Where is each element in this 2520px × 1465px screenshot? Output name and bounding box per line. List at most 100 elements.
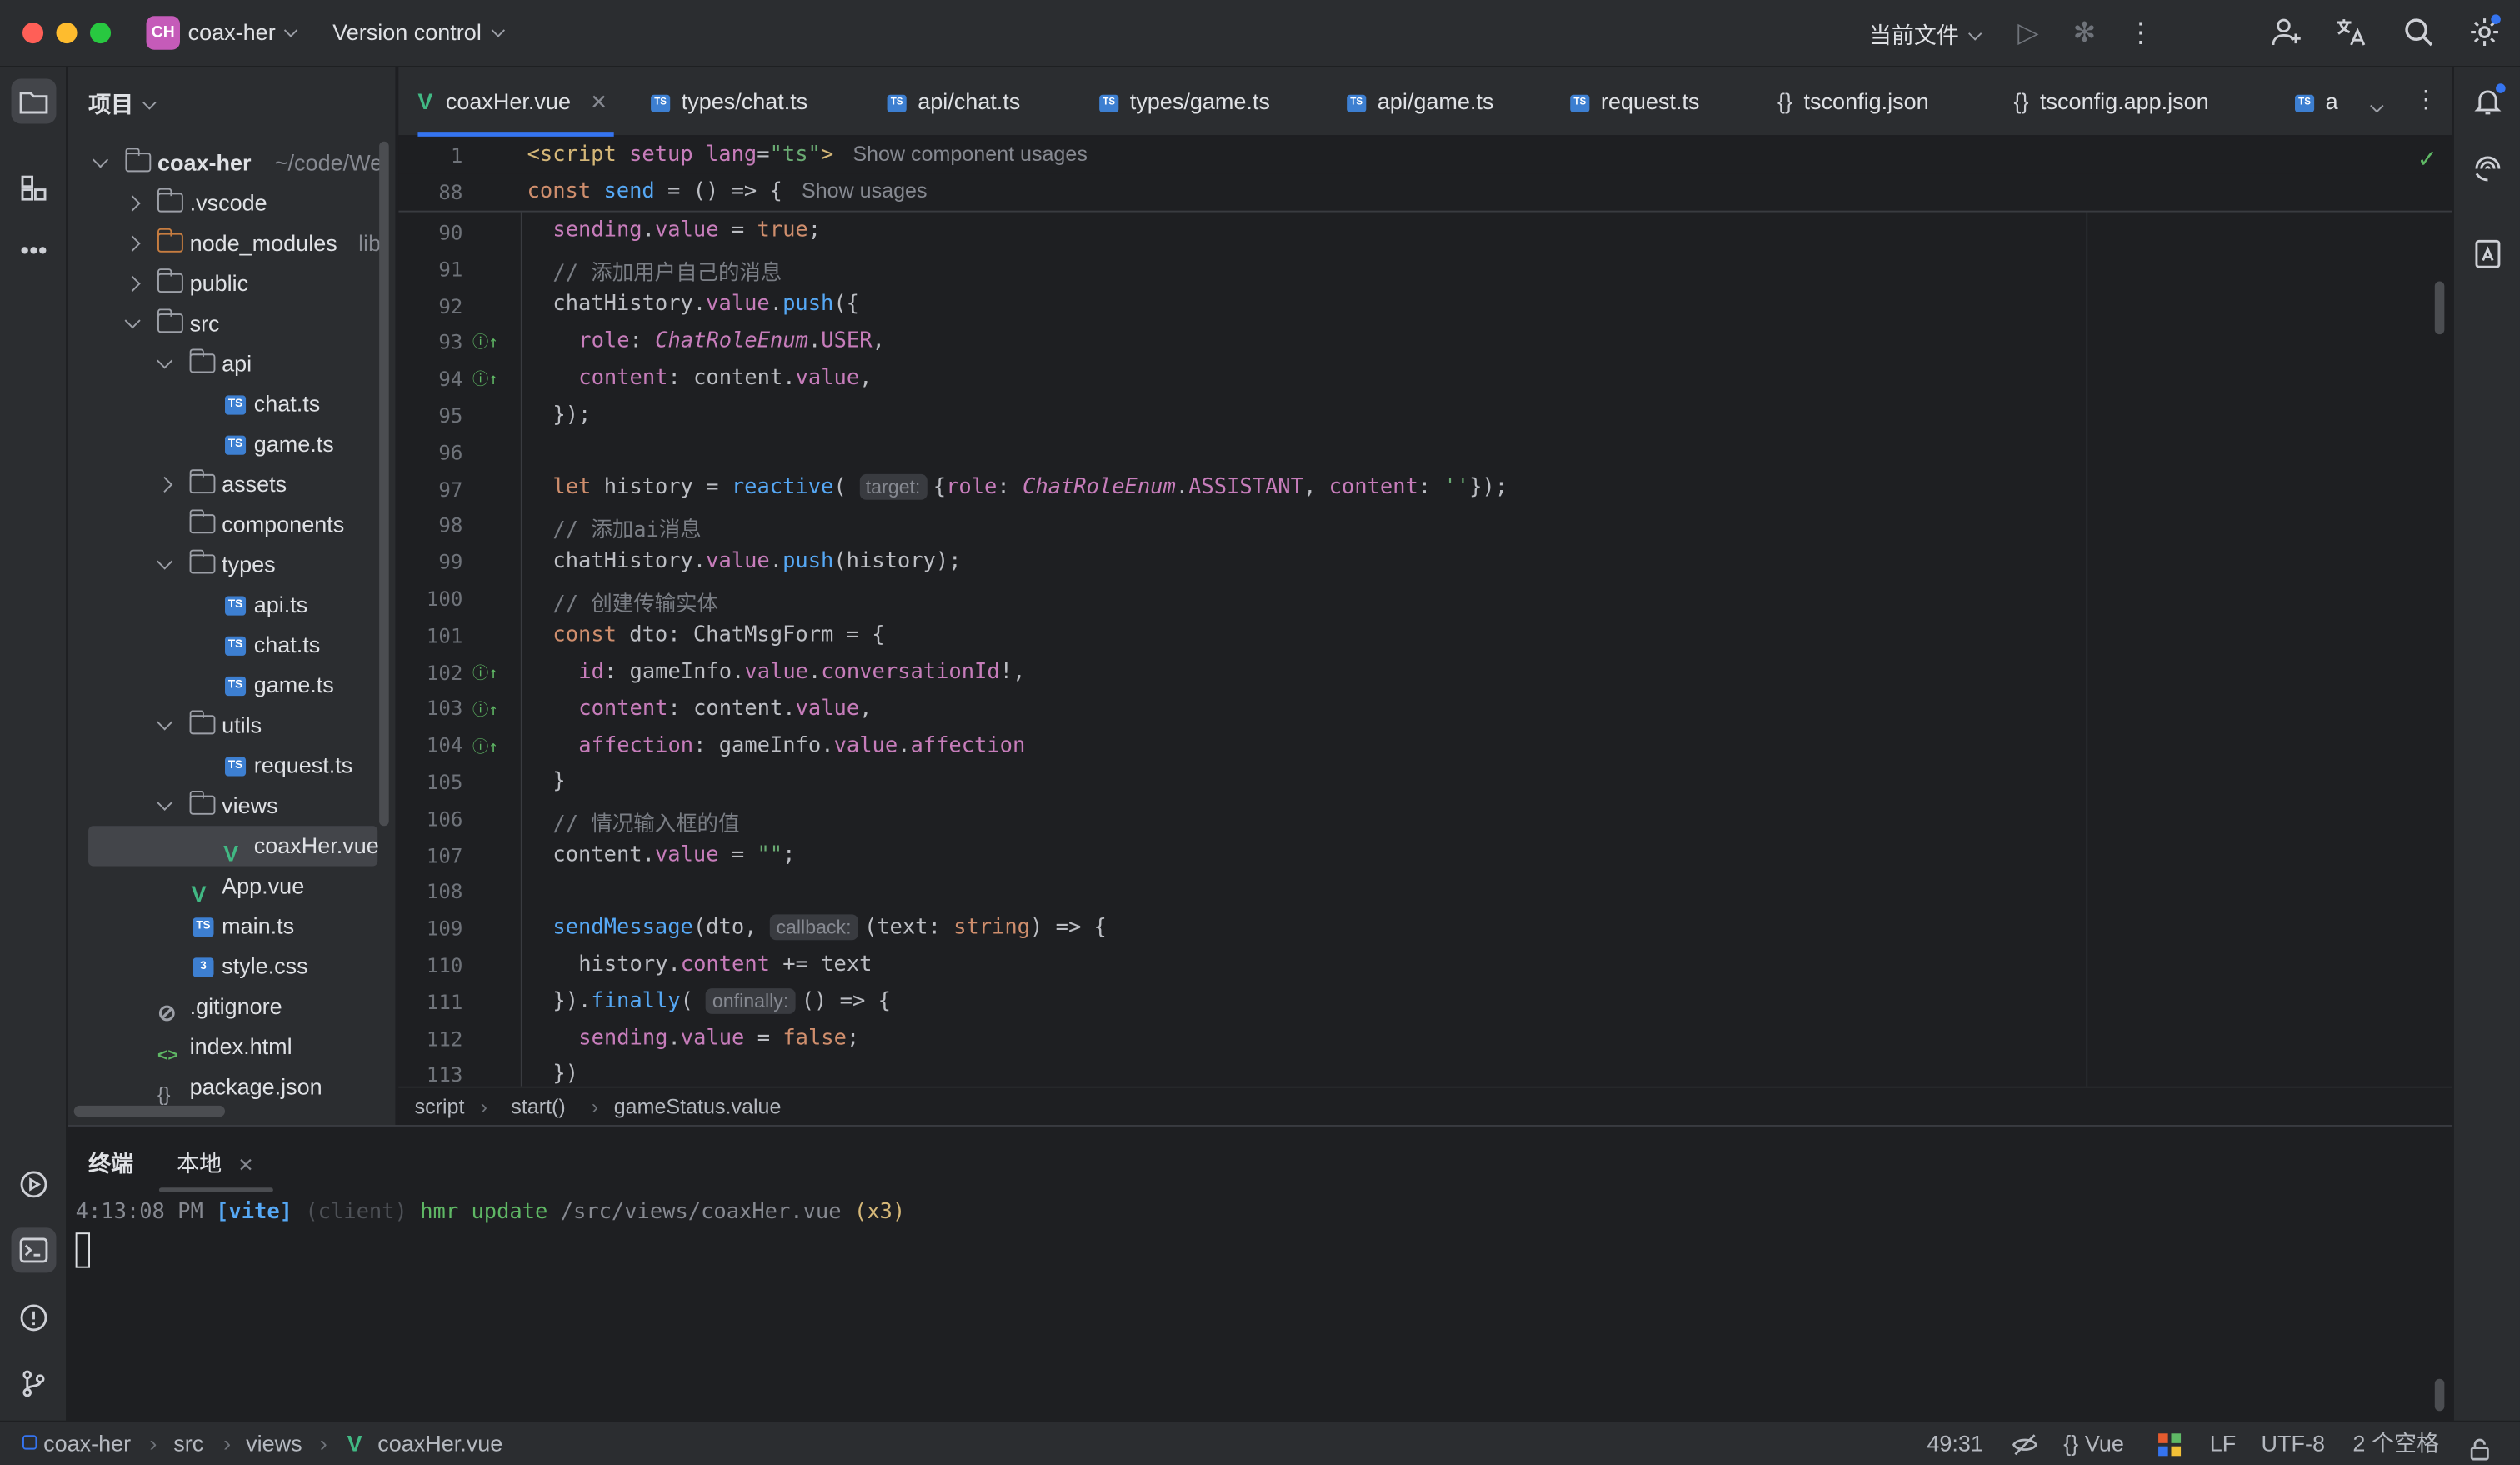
tree-item[interactable]: assets bbox=[68, 464, 395, 504]
editor-tab[interactable]: TS types/game.ts bbox=[1099, 68, 1270, 137]
minimize-window-button[interactable] bbox=[56, 22, 78, 44]
implemented-gutter-icon[interactable]: ⓘ↑ bbox=[472, 365, 498, 388]
project-switcher[interactable]: coax-her bbox=[188, 19, 299, 45]
run-icon[interactable]: ▷ bbox=[2011, 16, 2046, 51]
implemented-gutter-icon[interactable]: ⓘ↑ bbox=[472, 732, 498, 757]
tree-item[interactable]: coax-her ~/code/Wel bbox=[68, 143, 395, 183]
tree-item[interactable]: TS main.ts bbox=[68, 907, 395, 947]
chevron-right-icon[interactable] bbox=[157, 476, 173, 493]
implemented-gutter-icon[interactable]: ⓘ↑ bbox=[472, 328, 498, 352]
chevron-down-icon[interactable] bbox=[92, 152, 109, 168]
line-ending[interactable]: LF bbox=[2210, 1422, 2237, 1464]
tree-item[interactable]: V App.vue bbox=[68, 866, 395, 907]
services-tool-icon[interactable] bbox=[11, 1162, 56, 1207]
run-config-selector[interactable]: 当前文件 bbox=[1869, 19, 1982, 52]
tree-item[interactable]: TS chat.ts bbox=[68, 384, 395, 424]
status-path-item[interactable]: src bbox=[173, 1422, 203, 1464]
chevron-down-icon[interactable] bbox=[157, 794, 173, 811]
zoom-window-button[interactable] bbox=[89, 22, 112, 44]
debug-icon[interactable]: ✻ bbox=[2067, 16, 2102, 51]
status-path-item[interactable]: coax-her bbox=[43, 1422, 131, 1464]
close-tab-icon[interactable]: ✕ bbox=[238, 1154, 253, 1177]
add-user-icon[interactable] bbox=[2269, 16, 2304, 51]
breadcrumb-item[interactable]: gameStatus.value bbox=[614, 1088, 782, 1127]
editor-tab[interactable]: TS request.ts bbox=[1570, 68, 1699, 137]
tree-item[interactable]: 3 style.css bbox=[68, 947, 395, 987]
tree-item[interactable]: views bbox=[68, 786, 395, 826]
chevron-down-icon[interactable] bbox=[157, 352, 173, 369]
implemented-gutter-icon[interactable]: ⓘ↑ bbox=[472, 659, 498, 682]
tree-item[interactable]: components bbox=[68, 505, 395, 545]
terminal-tab-local[interactable]: 本地 ✕ bbox=[177, 1148, 254, 1180]
editor-tab[interactable]: TS a bbox=[2294, 68, 2338, 137]
tree-item[interactable]: TS game.ts bbox=[68, 665, 395, 705]
git-tool-icon[interactable] bbox=[11, 1361, 56, 1406]
usages-hint[interactable]: Show usages bbox=[802, 178, 928, 202]
editor-tab[interactable]: {} tsconfig.json bbox=[1778, 68, 1929, 137]
tree-item[interactable]: TS api.ts bbox=[68, 585, 395, 625]
search-icon[interactable] bbox=[2401, 16, 2436, 51]
tab-actions-icon[interactable]: ⋮ bbox=[2414, 85, 2438, 114]
tree-item[interactable]: types bbox=[68, 545, 395, 585]
chevron-down-icon[interactable] bbox=[157, 553, 173, 570]
structure-tool-icon[interactable] bbox=[11, 166, 56, 211]
ai-chat-icon[interactable] bbox=[2465, 232, 2510, 277]
chevron-right-icon[interactable] bbox=[124, 195, 141, 212]
project-tool-icon[interactable] bbox=[11, 78, 57, 124]
terminal-title[interactable]: 终端 bbox=[88, 1148, 133, 1180]
file-encoding[interactable]: UTF-8 bbox=[2261, 1422, 2325, 1464]
chevron-right-icon[interactable] bbox=[124, 275, 141, 292]
tree-item[interactable]: TS request.ts bbox=[68, 746, 395, 786]
tree-item[interactable]: <> index.html bbox=[68, 1027, 395, 1067]
tree-item[interactable]: .vscode bbox=[68, 183, 395, 223]
caret-position[interactable]: 49:31 bbox=[1927, 1422, 1983, 1464]
tree-item[interactable]: TS game.ts bbox=[68, 424, 395, 464]
editor-tab[interactable]: TS types/chat.ts bbox=[651, 68, 808, 137]
more-tools-icon[interactable]: ••• bbox=[11, 230, 56, 275]
editor-tab[interactable]: VcoaxHer.vue ✕ bbox=[418, 68, 614, 137]
code-editor[interactable]: 1 <script setup lang="ts"> Show component… bbox=[398, 136, 2452, 1087]
status-path-item[interactable]: coaxHer.vue bbox=[378, 1422, 502, 1464]
plugin-grid-icon[interactable] bbox=[2158, 1433, 2182, 1457]
terminal-cursor[interactable] bbox=[75, 1232, 90, 1268]
vcs-menu[interactable]: Version control bbox=[332, 19, 505, 45]
tree-item[interactable]: public bbox=[68, 263, 395, 303]
tree-item[interactable]: api bbox=[68, 344, 395, 384]
project-horizontal-scrollbar[interactable] bbox=[73, 1105, 225, 1118]
notifications-icon[interactable] bbox=[2465, 78, 2510, 123]
component-usages-hint[interactable]: Show component usages bbox=[852, 142, 1088, 166]
problems-tool-icon[interactable] bbox=[11, 1295, 56, 1340]
tree-item[interactable]: utils bbox=[68, 706, 395, 746]
chevron-down-icon[interactable] bbox=[157, 714, 173, 731]
tree-item[interactable]: ⊘ .gitignore bbox=[68, 987, 395, 1027]
status-path-item[interactable]: views bbox=[246, 1422, 302, 1464]
editor-tab[interactable]: {} tsconfig.app.json bbox=[2013, 68, 2208, 137]
no-problems-check-icon[interactable]: ✓ bbox=[2418, 145, 2438, 173]
breadcrumb-item[interactable]: start() bbox=[511, 1088, 565, 1127]
indent-setting[interactable]: 2 个空格 bbox=[2352, 1422, 2439, 1464]
terminal-scrollbar[interactable] bbox=[2434, 1378, 2445, 1412]
breadcrumb-item[interactable]: script bbox=[415, 1088, 465, 1127]
tree-item[interactable]: src bbox=[68, 303, 395, 343]
project-vertical-scrollbar[interactable] bbox=[379, 141, 389, 827]
language-selector[interactable]: {} Vue bbox=[2063, 1422, 2124, 1464]
terminal-tool-icon[interactable] bbox=[11, 1228, 57, 1273]
editor-scrollbar[interactable] bbox=[2434, 281, 2445, 335]
tree-item[interactable]: {} package.json bbox=[68, 1068, 395, 1108]
chevron-right-icon[interactable] bbox=[124, 235, 141, 252]
project-panel-title[interactable]: 项目 bbox=[88, 88, 157, 121]
ai-assistant-icon[interactable] bbox=[2465, 146, 2510, 191]
close-tab-icon[interactable]: ✕ bbox=[590, 90, 608, 114]
translate-icon[interactable] bbox=[2333, 16, 2368, 51]
settings-icon[interactable] bbox=[2467, 14, 2502, 51]
close-window-button[interactable] bbox=[22, 22, 44, 44]
sticky-line-1[interactable]: 1 <script setup lang="ts"> Show component… bbox=[398, 136, 2452, 174]
chevron-down-icon[interactable] bbox=[124, 312, 141, 329]
implemented-gutter-icon[interactable]: ⓘ↑ bbox=[472, 696, 498, 720]
tree-item[interactable]: node_modules libr bbox=[68, 223, 395, 263]
inspection-off-icon[interactable] bbox=[2012, 1422, 2038, 1464]
editor-tab[interactable]: TS api/chat.ts bbox=[887, 68, 1020, 137]
tree-item[interactable]: TS chat.ts bbox=[68, 625, 395, 665]
read-only-lock-icon[interactable] bbox=[2468, 1432, 2491, 1465]
more-actions-icon[interactable]: ⋮ bbox=[2123, 16, 2158, 51]
